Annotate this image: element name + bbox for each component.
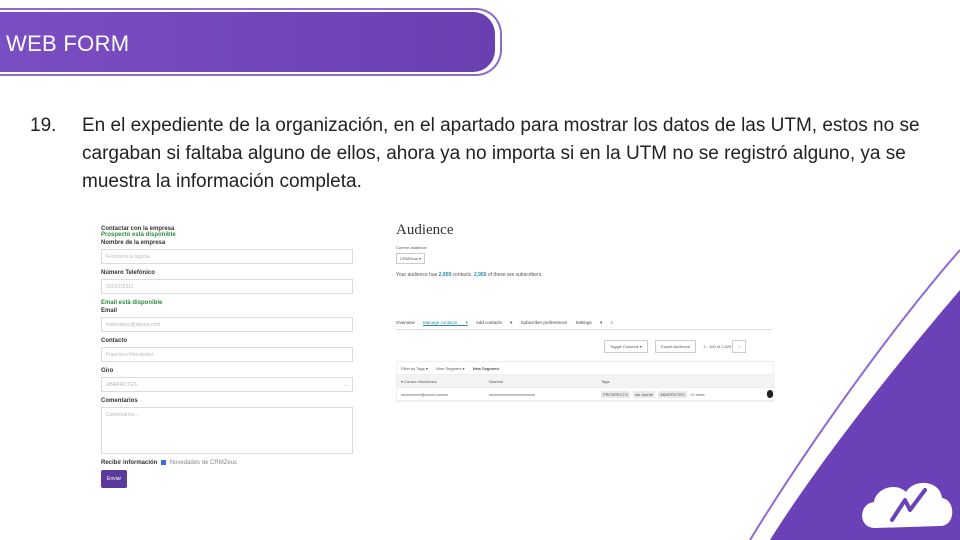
view-segment-button[interactable]: View Segment ▾ xyxy=(436,366,465,371)
audience-select[interactable]: CRMZeus ▾ xyxy=(396,253,426,264)
contact-input[interactable]: Francisco Hernández xyxy=(101,347,353,362)
web-form-screenshot: Contactar con la empresa Prospecto está … xyxy=(101,224,353,489)
tag-pill: sin cliente xyxy=(633,390,655,398)
tab-manage-contacts[interactable]: Manage contacts ▾ xyxy=(423,320,468,326)
table-row[interactable]: xxxxxxxxxx@xxxxx.xxxxxx xxxxxxxxxxxxxxxx… xyxy=(397,388,773,401)
giro-value: ABARROTES xyxy=(106,382,137,388)
audience-summary: Your audience has 2,959 contacts. 2,955 … xyxy=(396,272,543,278)
email-available-label: Email está disponible xyxy=(101,300,163,306)
item-number: 19. xyxy=(30,115,57,136)
email-input[interactable]: lcebrnabos@alpura.com xyxy=(101,317,353,332)
table-actions: Toggle Columns ▾ Export Audience 1 - 100… xyxy=(604,340,752,353)
toggle-columns-button[interactable]: Toggle Columns ▾ xyxy=(604,340,648,353)
table-header: ▾ Correo electrónico Nombre Tags xyxy=(397,375,773,388)
tab-overview[interactable]: Overview xyxy=(396,320,415,325)
row-tags: PROSPECTO sin cliente ABARROTES +2 more xyxy=(601,390,705,398)
phone-label: Número Telefónico xyxy=(101,270,155,276)
column-tags[interactable]: Tags xyxy=(601,379,609,384)
company-label: Nombre de la empresa xyxy=(101,240,166,246)
company-input[interactable]: Ferretería la laguna xyxy=(101,249,353,264)
comments-textarea[interactable]: Comentarios... xyxy=(101,407,353,454)
newsletter-checkbox[interactable] xyxy=(161,460,167,465)
column-name[interactable]: Nombre xyxy=(489,379,601,384)
audience-tabs: Overview Manage contacts ▾ Add contacts … xyxy=(396,320,772,330)
pagination-label: 1 - 100 of 2,520 xyxy=(703,344,732,349)
row-name: xxxxxxxxxxxxxxxxxxxxxxx xyxy=(489,391,535,397)
receive-info-label: Recibir información xyxy=(101,460,158,467)
filter-tags-button[interactable]: Filter by Tags ▾ xyxy=(401,366,428,371)
slide-title: WEB FORM xyxy=(6,31,130,56)
row-email: xxxxxxxxxx@xxxxx.xxxxxx xyxy=(401,391,449,397)
tag-pill: ABARROTES xyxy=(658,390,687,398)
tag-pill: PROSPECTO xyxy=(601,390,631,398)
row-menu-icon[interactable] xyxy=(767,390,773,398)
contacts-table: Filter by Tags ▾ View Segment ▾ New Segm… xyxy=(396,361,774,402)
prospect-available-label: Prospecto está disponible xyxy=(101,232,176,238)
item-paragraph: En el expediente de la organización, en … xyxy=(82,115,920,192)
more-tags[interactable]: +2 more xyxy=(690,392,705,397)
contact-label: Contacto xyxy=(101,338,127,344)
cloud-logo-icon xyxy=(862,482,953,528)
giro-select[interactable]: ABARROTES ⌄ xyxy=(101,377,353,392)
new-segment-button[interactable]: New Segment xyxy=(473,366,499,371)
giro-label: Giro xyxy=(101,368,114,374)
email-label: Email xyxy=(101,308,118,314)
next-page-button[interactable]: › xyxy=(732,340,746,353)
tab-add-contacts[interactable]: Add contacts ▾ xyxy=(476,320,513,325)
export-audience-button[interactable]: Export Audience xyxy=(654,340,697,353)
audience-title: Audience xyxy=(396,222,454,238)
filter-row: Filter by Tags ▾ View Segment ▾ New Segm… xyxy=(397,362,773,375)
tab-settings[interactable]: Settings ▾ xyxy=(575,320,602,325)
audience-screenshot: Audience Current audience CRMZeus ▾ Your… xyxy=(396,222,774,402)
comments-label: Comentarios xyxy=(101,398,138,404)
column-email[interactable]: ▾ Correo electrónico xyxy=(401,379,489,384)
tab-subscriber-preferences[interactable]: Subscriber preferences xyxy=(521,320,568,325)
submit-button[interactable]: Enviar xyxy=(101,470,128,489)
chevron-down-icon: ⌄ xyxy=(343,382,348,388)
phone-input[interactable]: 3315315311 xyxy=(101,279,353,294)
newsletter-label: Novedades de CRMZeus xyxy=(169,460,238,467)
current-audience-label: Current audience xyxy=(396,245,427,250)
search-icon[interactable]: ⌕ xyxy=(610,320,613,325)
